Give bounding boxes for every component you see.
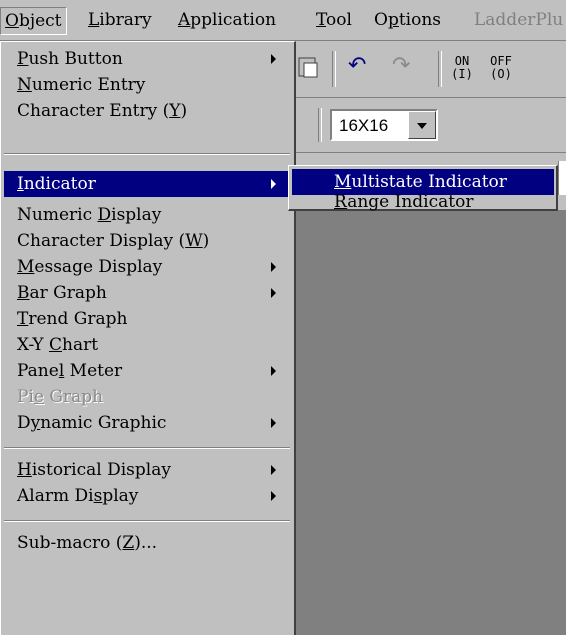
submenu-arrow-icon (271, 262, 276, 272)
menu-options[interactable]: Options (370, 8, 445, 32)
menu-item-numeric-display[interactable]: Numeric Display (4, 202, 290, 228)
submenu-arrow-icon (271, 491, 276, 501)
menu-separator (4, 447, 290, 449)
menu-separator (4, 153, 290, 155)
menu-item-trend-graph[interactable]: Trend Graph (4, 306, 290, 332)
toolbar-separator (438, 51, 442, 87)
menu-item-historical-display[interactable]: Historical Display (4, 457, 290, 483)
submenu-arrow-icon (271, 54, 276, 64)
object-menu: Push Button Numeric Entry Character Entr… (0, 41, 296, 635)
dropdown-button[interactable] (408, 111, 436, 139)
menu-item-alarm-display[interactable]: Alarm Display (4, 483, 290, 509)
menu-item-push-button[interactable]: Push Button (4, 46, 290, 72)
grid-size-value: 16X16 (339, 116, 389, 135)
menu-item-numeric-entry[interactable]: Numeric Entry (4, 72, 290, 98)
menu-object[interactable]: Object (0, 7, 67, 35)
toolbar-separator (332, 51, 336, 87)
menu-item-sub-macro[interactable]: Sub-macro (Z)... (4, 530, 290, 556)
off-button[interactable]: OFF (O) (486, 55, 516, 81)
indicator-submenu: Multistate Indicator Range Indicator (288, 165, 558, 211)
submenu-arrow-icon (271, 179, 276, 189)
menu-bar: Object Library Application Tool Options … (0, 0, 566, 41)
chevron-down-icon (417, 123, 427, 129)
workspace-area (296, 210, 566, 635)
menu-tool[interactable]: Tool (312, 8, 356, 32)
menu-item-xy-chart[interactable]: X-Y Chart (4, 332, 290, 358)
menu-item-message-display[interactable]: Message Display (4, 254, 290, 280)
redo-icon[interactable]: ↷ (392, 53, 410, 78)
undo-icon[interactable]: ↶ (348, 53, 366, 78)
menu-item-range-indicator[interactable]: Range Indicator (292, 194, 554, 211)
menu-item-indicator[interactable]: Indicator (4, 171, 290, 197)
menu-item-character-display[interactable]: Character Display (W) (4, 228, 290, 254)
toolbar-separator (318, 108, 322, 142)
menu-ladderplus[interactable]: LadderPlu (470, 8, 566, 32)
submenu-arrow-icon (271, 418, 276, 428)
grid-size-select[interactable]: 16X16 (330, 109, 438, 141)
paste-icon[interactable] (298, 55, 320, 79)
menu-application[interactable]: Application (174, 8, 280, 32)
submenu-arrow-icon (271, 288, 276, 298)
on-button[interactable]: ON (I) (450, 55, 474, 81)
menu-separator (4, 520, 290, 522)
menu-item-dynamic-graphic[interactable]: Dynamic Graphic (4, 410, 290, 436)
submenu-arrow-icon (271, 366, 276, 376)
menu-item-character-entry[interactable]: Character Entry (Y) (4, 98, 290, 124)
menu-item-bar-graph[interactable]: Bar Graph (4, 280, 290, 306)
submenu-arrow-icon (271, 465, 276, 475)
menu-item-panel-meter[interactable]: Panel Meter (4, 358, 290, 384)
menu-item-pie-graph: Pie Graph (17, 387, 104, 407)
menu-library[interactable]: Library (84, 8, 156, 32)
toolbar-main: ↶ ↷ ON (I) OFF (O) (296, 41, 566, 98)
